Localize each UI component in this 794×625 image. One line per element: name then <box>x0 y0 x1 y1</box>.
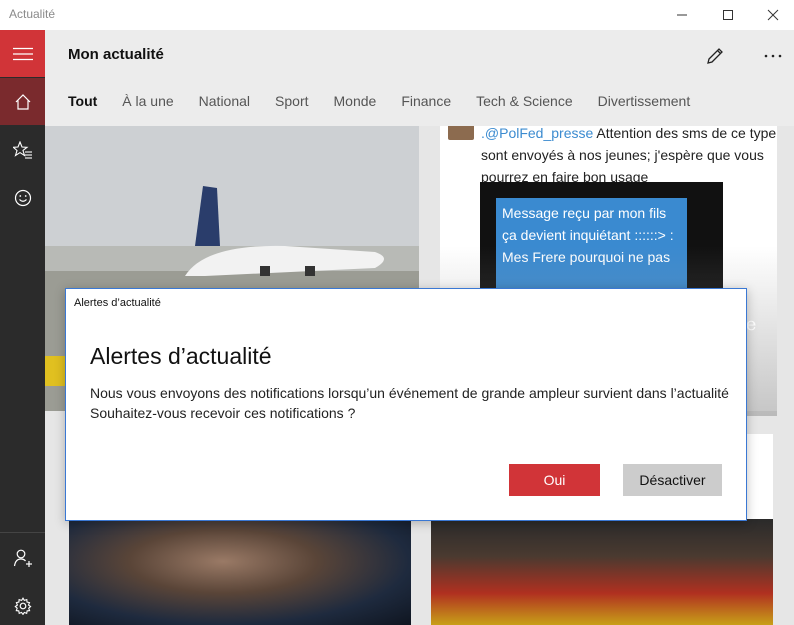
tweet-handle-link[interactable]: .@PolFed_presse <box>481 126 593 141</box>
more-ellipsis-icon <box>764 54 782 58</box>
edit-pencil-icon <box>707 48 723 64</box>
title-bar: Actualité <box>0 0 794 30</box>
tab-a-la-une[interactable]: À la une <box>122 93 173 115</box>
favorites-icon <box>12 140 32 159</box>
hamburger-menu-button[interactable] <box>0 30 45 77</box>
yes-button[interactable]: Oui <box>509 464 600 496</box>
dialog-message-line-1: Nous vous envoyons des notifications lor… <box>90 385 729 401</box>
tab-tech-science[interactable]: Tech & Science <box>476 93 573 115</box>
nav-settings[interactable] <box>0 582 45 625</box>
tab-monde[interactable]: Monde <box>334 93 377 115</box>
dialog-message-line-2: Souhaitez-vous recevoir ces notification… <box>90 405 356 421</box>
tab-sport[interactable]: Sport <box>275 93 308 115</box>
tab-finance[interactable]: Finance <box>401 93 451 115</box>
dialog-caption: Alertes d’actualité <box>74 297 161 309</box>
disable-button[interactable]: Désactiver <box>623 464 722 496</box>
minimize-icon <box>677 14 687 16</box>
tab-divertissement[interactable]: Divertissement <box>598 93 691 115</box>
page-header: Mon actualité Tout À la une National Spo… <box>45 30 794 126</box>
home-icon <box>15 93 30 110</box>
smiley-icon <box>14 189 31 206</box>
app-title: Actualité <box>9 7 56 21</box>
tweet-text: .@PolFed_presse Attention des sms de ce … <box>481 126 777 188</box>
news-alerts-dialog: Alertes d’actualité Alertes d’actualité … <box>65 288 747 521</box>
left-navigation <box>0 30 45 625</box>
nav-home[interactable] <box>0 78 45 125</box>
tweet-avatar <box>448 126 474 140</box>
nav-feedback[interactable] <box>0 174 45 221</box>
dialog-title: Alertes d’actualité <box>90 343 272 369</box>
tab-national[interactable]: National <box>199 93 250 115</box>
tab-tout[interactable]: Tout <box>68 93 97 115</box>
nav-divider <box>0 532 45 533</box>
category-tabs: Tout À la une National Sport Monde Finan… <box>68 93 715 115</box>
reporter-photo <box>69 519 411 625</box>
maximize-button[interactable] <box>705 0 751 30</box>
hamburger-menu-icon <box>12 47 33 60</box>
account-add-icon <box>13 549 32 567</box>
maximize-icon <box>723 10 733 20</box>
close-icon <box>767 9 779 21</box>
close-button[interactable] <box>750 0 794 30</box>
edit-button[interactable] <box>701 42 729 70</box>
nav-favorites[interactable] <box>0 126 45 173</box>
dialog-message: Nous vous envoyons des notifications lor… <box>90 383 730 423</box>
settings-gear-icon <box>13 596 31 615</box>
more-options-button[interactable] <box>759 42 787 70</box>
page-title: Mon actualité <box>68 46 164 63</box>
nav-account[interactable] <box>0 534 45 581</box>
minimize-button[interactable] <box>659 0 705 30</box>
fans-photo <box>431 519 773 625</box>
